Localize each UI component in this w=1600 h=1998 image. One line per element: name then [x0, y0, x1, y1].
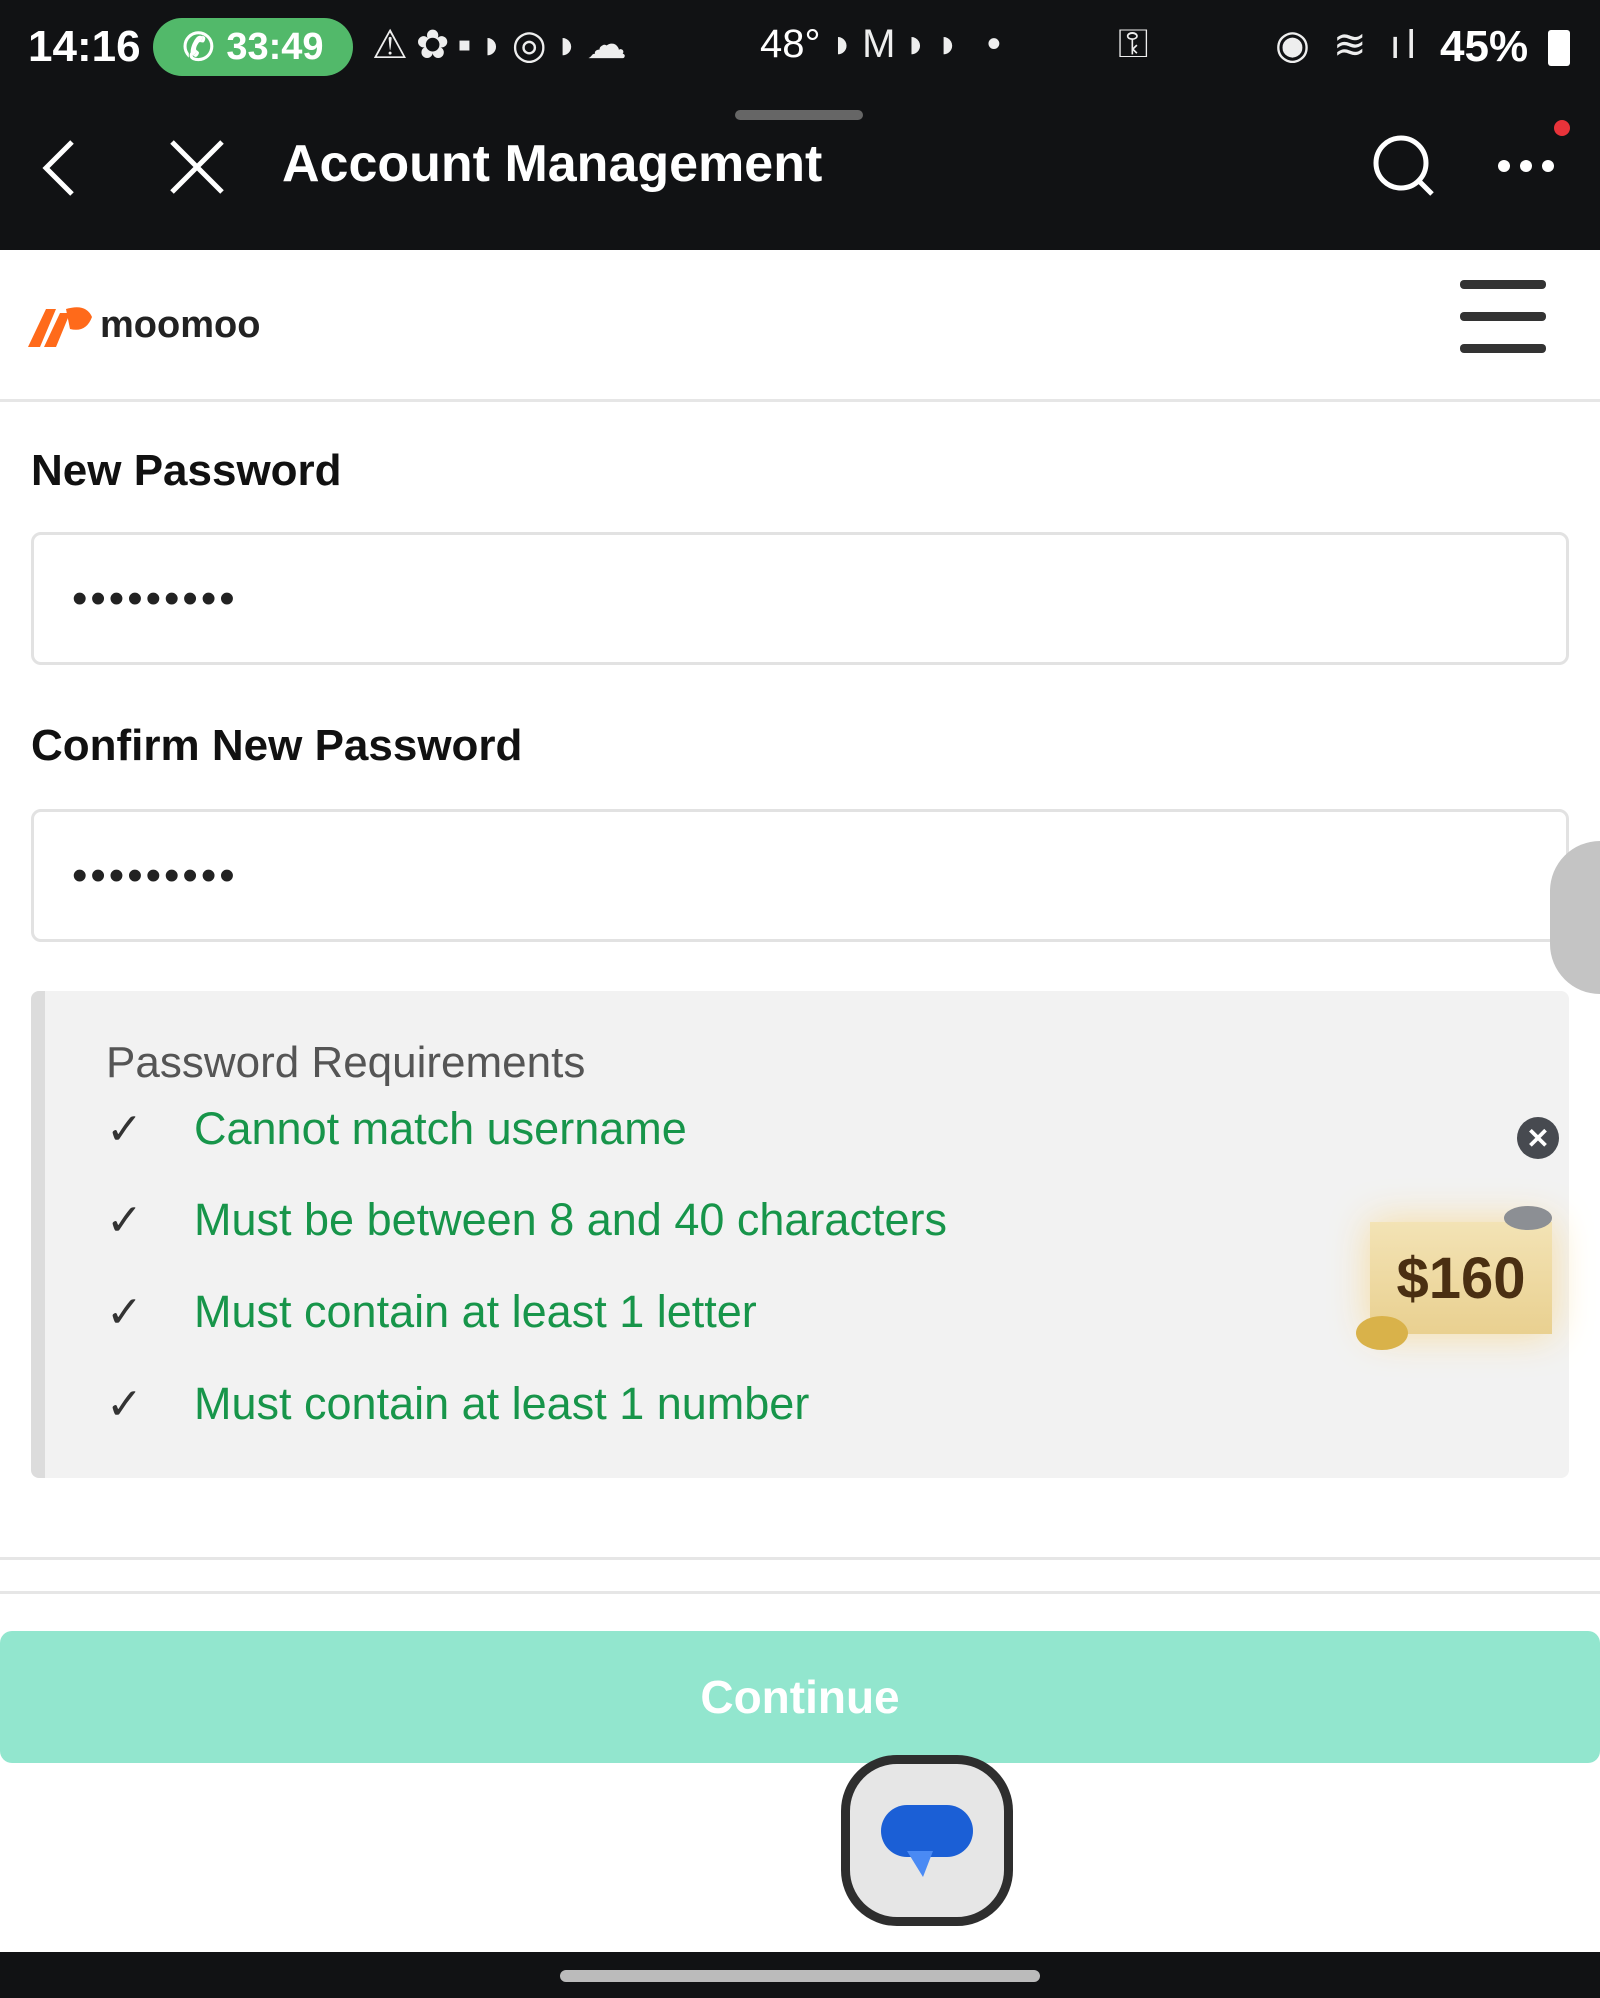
notification-icons-2: ◗M◗◗ • [830, 22, 1009, 66]
brand-name[interactable]: moomoo [100, 304, 260, 347]
requirement-text: Must be between 8 and 40 characters [194, 1194, 947, 1245]
confirm-password-input[interactable]: ••••••••• [31, 809, 1569, 942]
requirement-item: ✓ Must contain at least 1 number [106, 1378, 809, 1430]
check-icon: ✓ [106, 1195, 143, 1245]
app-header: Account Management [0, 100, 1600, 250]
check-icon: ✓ [106, 1379, 143, 1429]
requirement-item: ✓ Must contain at least 1 letter [106, 1286, 757, 1338]
weather-temp: 48° [760, 22, 821, 66]
promo-coupon[interactable]: $160 [1370, 1222, 1552, 1334]
close-icon[interactable] [168, 138, 226, 196]
hamburger-menu-icon[interactable] [1460, 276, 1548, 356]
new-password-label: New Password [31, 446, 342, 495]
call-timer: 33:49 [226, 25, 324, 68]
requirement-text: Must contain at least 1 number [194, 1378, 810, 1429]
battery-icon [1548, 30, 1570, 66]
coin-icon [1504, 1206, 1552, 1230]
notification-dot [1554, 120, 1570, 136]
edge-panel-handle[interactable] [1550, 841, 1600, 994]
drag-handle[interactable] [735, 110, 863, 120]
home-gesture-bar[interactable] [560, 1970, 1040, 1982]
check-icon: ✓ [106, 1287, 143, 1337]
page-title: Account Management [282, 135, 823, 193]
site-navbar: moomoo [0, 250, 1600, 402]
requirement-item: ✓ Must be between 8 and 40 characters [106, 1194, 947, 1246]
call-chip[interactable]: ✆ 33:49 [153, 18, 353, 76]
vpn-key-icon: ⚿ [1118, 22, 1149, 66]
battery-percent: 45% [1440, 22, 1529, 71]
requirement-text: Must contain at least 1 letter [194, 1286, 757, 1337]
search-icon[interactable] [1372, 134, 1436, 198]
requirement-text: Cannot match username [194, 1103, 687, 1154]
back-icon[interactable] [38, 138, 78, 198]
signal-icons: ◉ ≋ ıl [1275, 23, 1422, 67]
coin-icon [1356, 1316, 1408, 1350]
divider [0, 1557, 1600, 1560]
confirm-password-label: Confirm New Password [31, 721, 523, 770]
promo-amount: $160 [1396, 1245, 1526, 1311]
clock: 14:16 [28, 22, 141, 71]
status-bar: 14:16 ✆ 33:49 ⚠✿▪◗◎◗☁ 48° ◗M◗◗ • ⚿ ◉ ≋ ıl… [0, 0, 1600, 100]
system-nav-bar [0, 1952, 1600, 1998]
moomoo-logo-icon[interactable] [26, 303, 94, 349]
new-password-input[interactable]: ••••••••• [31, 532, 1569, 665]
promo-close-icon[interactable]: ✕ [1517, 1117, 1559, 1159]
notification-icons: ⚠✿▪◗◎◗☁ [372, 23, 635, 67]
messages-chat-bubble-icon[interactable] [841, 1755, 1013, 1926]
more-icon[interactable] [1496, 156, 1556, 176]
phone-icon: ✆ [182, 26, 215, 69]
continue-button[interactable]: Continue [0, 1631, 1600, 1763]
requirements-title: Password Requirements [106, 1038, 586, 1087]
check-icon: ✓ [106, 1104, 143, 1154]
divider [0, 1591, 1600, 1594]
requirement-item: ✓ Cannot match username [106, 1103, 687, 1155]
